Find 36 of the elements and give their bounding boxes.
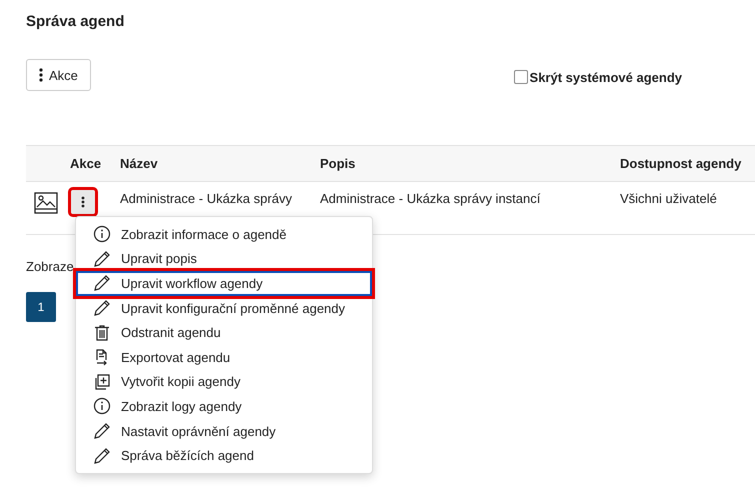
menu-item[interactable]: Vytvořit kopii agendy [76,370,372,394]
kebab-icon [81,196,85,208]
column-header: Název [120,146,320,182]
copy-plus-icon [93,372,111,391]
pencil-icon [93,422,111,440]
menu-item[interactable]: Exportovat agendu [76,344,372,370]
pencil-icon [93,250,111,268]
menu-item[interactable]: Zobrazit logy agendy [76,394,372,419]
menu-item[interactable]: Nastavit oprávnění agendy [76,418,372,444]
pencil-icon [93,299,111,318]
column-header: Akce [70,146,120,182]
table-cell: Všichni uživatelé [620,191,717,206]
page-button[interactable]: 1 [26,292,56,322]
image-icon [34,192,58,214]
checkbox[interactable] [514,70,528,84]
menu-item[interactable]: Upravit popis [76,246,372,272]
checkbox-label: Skrýt systémové agendy [530,70,682,84]
actions-button[interactable]: Akce [26,59,91,91]
menu-item[interactable]: Upravit konfigurační proměnné agendy [76,296,372,320]
menu-item[interactable]: Upravit workflow agendy [76,271,372,296]
column-header: Dostupnost agendy [620,146,755,182]
kebab-icon [39,68,43,82]
menu-item[interactable]: Zobrazit informace o agendě [76,222,372,247]
page-title: Správa agend [26,13,124,30]
column-header: Popis [320,146,620,182]
pencil-icon [93,446,111,465]
row-actions-button[interactable] [71,190,95,214]
info-icon [93,397,111,416]
results-text: Zobraze [26,259,74,274]
pencil-icon [93,274,111,292]
menu-item[interactable]: Správa běžících agend [76,443,372,468]
info-icon [93,225,111,244]
table-cell-text: Administrace - Ukázka správy [120,190,293,208]
trash-icon [93,324,111,342]
menu-item[interactable]: Odstranit agendu [76,320,372,345]
table-cell: Administrace - Ukázka správy instancí [320,191,540,206]
